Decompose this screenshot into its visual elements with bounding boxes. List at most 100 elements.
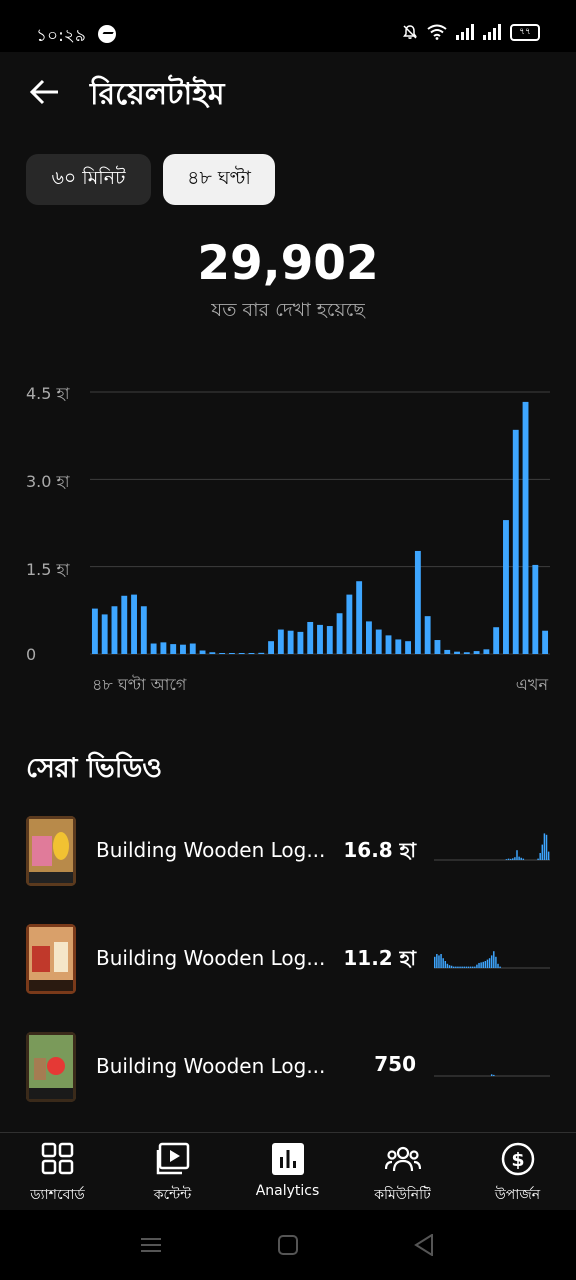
- sparkline-bar: [450, 965, 453, 968]
- sparkline-bar: [459, 966, 461, 968]
- sparkline-bar: [480, 962, 482, 968]
- nav-label: Analytics: [255, 1183, 320, 1199]
- sparkline-bar: [495, 956, 497, 968]
- chip-60-minutes[interactable]: ৬০ মিনিট: [26, 154, 151, 205]
- chart-bar: [219, 653, 226, 654]
- sparkline-bar: [493, 951, 495, 968]
- chart-bar: [385, 635, 392, 654]
- nav-dashboard[interactable]: ড্যাশবোর্ড: [0, 1133, 115, 1211]
- top-video-row[interactable]: Building Wooden Log... 750: [0, 1032, 576, 1112]
- chart-bar: [512, 429, 519, 654]
- chart-bar: [91, 608, 98, 654]
- back-icon[interactable]: [414, 1234, 434, 1256]
- sparkline-bar: [547, 851, 550, 860]
- sparkline-bar: [455, 966, 457, 968]
- nav-content[interactable]: কন্টেন্ট: [115, 1133, 230, 1211]
- sparkline-bar: [505, 859, 508, 860]
- sparkline-bar: [507, 858, 510, 860]
- chart-bar: [522, 401, 529, 654]
- video-views: 750: [374, 1052, 416, 1076]
- analytics-icon: [272, 1143, 304, 1175]
- chart-bar: [121, 595, 128, 654]
- sparkline-bar: [512, 858, 514, 860]
- sparkline-bar: [543, 833, 546, 860]
- chart-bar: [268, 641, 274, 654]
- sparkline-bar: [448, 965, 451, 968]
- sparkline-bar: [474, 966, 476, 968]
- sparkline-bar: [484, 961, 487, 968]
- status-bar: ১০:২৯ ৭৭: [0, 0, 576, 52]
- nav-label: ড্যাশবোর্ড: [30, 1187, 85, 1203]
- x-end-label: এখন: [515, 675, 548, 694]
- bottom-navigation: ড্যাশবোর্ড কন্টেন্ট Analytics কমিউনিটি $…: [0, 1132, 576, 1211]
- signal-icon-2: [483, 24, 501, 40]
- chart-bar: [307, 621, 314, 654]
- sparkline-bar: [493, 1074, 495, 1076]
- chart-bar: [405, 641, 412, 654]
- back-arrow-icon[interactable]: [26, 74, 62, 110]
- views-caption: যত বার দেখা হয়েছে: [211, 299, 365, 321]
- chart-bar: [424, 616, 431, 654]
- recent-apps-icon[interactable]: [141, 1237, 161, 1253]
- top-video-row[interactable]: Building Wooden Log... 11.2 হা: [0, 924, 576, 1004]
- chart-bar: [463, 652, 470, 654]
- nav-analytics[interactable]: Analytics: [230, 1133, 345, 1211]
- sparkline-bar: [539, 853, 541, 860]
- system-navigation-bar: [0, 1210, 576, 1280]
- video-title: Building Wooden Log...: [96, 838, 326, 862]
- top-video-row[interactable]: Building Wooden Log... 16.8 হা: [0, 816, 576, 896]
- battery-level: ৭৭: [519, 26, 531, 37]
- app-header: রিয়েলটাইম: [0, 52, 576, 132]
- video-sparkline: [434, 951, 550, 969]
- chart-bar: [444, 649, 451, 654]
- content-icon: [156, 1142, 190, 1175]
- sparkline-bar: [541, 844, 544, 860]
- earn-icon: $: [501, 1142, 535, 1176]
- status-icons: ৭৭: [402, 22, 540, 42]
- chart-bar: [287, 630, 294, 654]
- video-views: 16.8 হা: [343, 838, 416, 862]
- sparkline-bar: [434, 956, 436, 968]
- nav-community[interactable]: কমিউনিটি: [345, 1133, 460, 1211]
- video-thumbnail[interactable]: [26, 816, 76, 886]
- chart-bar: [170, 644, 177, 654]
- sparkline-bar: [490, 1074, 493, 1076]
- chart-bar: [326, 626, 333, 654]
- status-time: ১০:২৯: [36, 26, 86, 46]
- sparkline-bar: [486, 959, 489, 968]
- chart-bar: [414, 550, 421, 654]
- chart-bar: [238, 653, 245, 654]
- sparkline-bar: [467, 966, 470, 968]
- video-thumbnail[interactable]: [26, 924, 76, 994]
- video-sparkline: [434, 833, 550, 861]
- chart-bar: [258, 652, 265, 654]
- sparkline-bar: [537, 858, 539, 860]
- chip-48-hours[interactable]: ৪৮ ঘণ্টা: [163, 154, 275, 205]
- chart-bar: [336, 613, 343, 654]
- wifi-icon: [427, 24, 447, 40]
- chart-bar: [209, 652, 216, 654]
- video-views: 11.2 হা: [343, 946, 416, 970]
- nav-label: কমিউনিটি: [374, 1187, 431, 1203]
- total-views: 29,902: [197, 236, 379, 291]
- chart-bar: [493, 627, 500, 654]
- chart-bar: [366, 621, 372, 654]
- chart-bar: [356, 581, 363, 654]
- video-thumbnail[interactable]: [26, 1032, 76, 1102]
- sparkline-bar: [482, 961, 484, 968]
- chart-bar: [503, 520, 509, 654]
- sparkline-bar: [461, 966, 463, 968]
- chart-bar: [180, 644, 186, 654]
- messenger-icon: [98, 25, 116, 43]
- chart-bar: [189, 643, 196, 654]
- home-icon[interactable]: [278, 1235, 298, 1255]
- chart-bar: [150, 643, 157, 654]
- sparkline-bar: [522, 858, 525, 860]
- sparkline-bar: [438, 955, 440, 968]
- chart-bar: [483, 649, 490, 654]
- bar-chart-svg: [90, 391, 550, 655]
- nav-earn[interactable]: $ উপার্জন: [460, 1133, 575, 1211]
- chart-bar: [454, 651, 460, 654]
- chart-bar: [199, 650, 206, 654]
- chart-bar: [532, 564, 539, 654]
